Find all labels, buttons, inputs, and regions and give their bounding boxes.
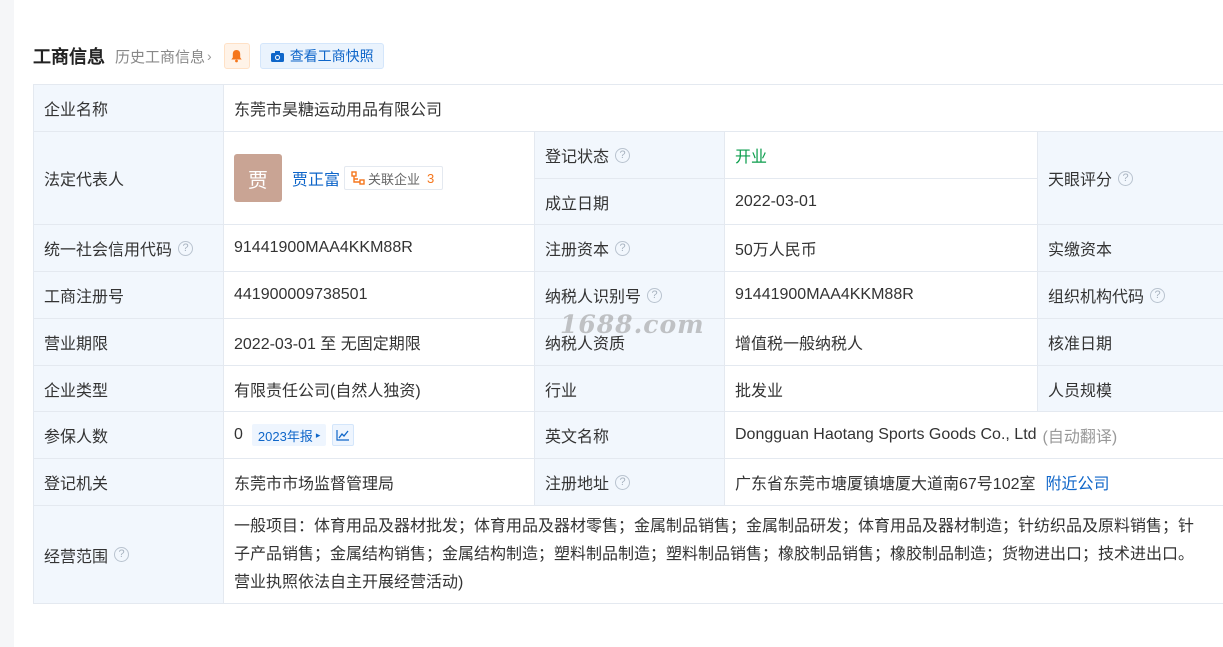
history-business-info-link[interactable]: 历史工商信息 › <box>115 46 212 67</box>
annual-report-label: 2023年报 <box>257 428 313 444</box>
company-name-value: 东莞市昊糖运动用品有限公司 <box>224 85 1223 132</box>
reg-address-value: 广东省东莞市塘厦镇塘厦大道南67号102室 <box>735 476 1036 493</box>
reg-status-label-text: 登记状态 <box>545 149 610 166</box>
section-title: 工商信息 <box>33 47 105 67</box>
chevron-right-icon: › <box>207 48 212 64</box>
org-code-label-text: 组织机构代码 <box>1048 289 1145 306</box>
tianyan-score-label-text: 天眼评分 <box>1048 172 1113 189</box>
scope-line: 营业执照依法自主开展经营活动) <box>234 573 464 591</box>
trend-chart-icon[interactable] <box>332 424 355 446</box>
business-info-panel: 工商信息 历史工商信息 › 查看工商快照 企业名称 东莞市昊糖运动用品有限公司 … <box>14 0 1223 647</box>
term-value: 2022-03-01 至 无固定期限 <box>224 319 535 366</box>
reg-authority-value: 东莞市市场监督管理局 <box>224 459 535 506</box>
help-icon[interactable]: ? <box>615 240 631 256</box>
legal-rep-cell: 贾 贾正富 关联企业 3 <box>224 132 535 225</box>
reg-capital-label: 注册资本? <box>535 225 725 272</box>
scope-line: 子产品销售；金属结构销售；金属结构制造；塑料制品制造；塑料制品销售；橡胶制品销售… <box>234 545 1195 563</box>
credit-code-label: 统一社会信用代码? <box>34 225 224 272</box>
founded-label: 成立日期 <box>535 179 725 225</box>
help-icon[interactable]: ? <box>647 287 663 303</box>
credit-code-value: 91441900MAA4KKM88R <box>224 225 535 272</box>
nearby-companies-link[interactable]: 附近公司 <box>1046 470 1110 494</box>
english-name-label: 英文名称 <box>535 412 725 459</box>
bell-icon[interactable] <box>223 43 250 69</box>
camera-icon <box>270 50 284 62</box>
industry-label: 行业 <box>535 366 725 412</box>
scope-label: 经营范围? <box>34 506 224 604</box>
help-icon[interactable]: ? <box>178 240 194 256</box>
company-name-label: 企业名称 <box>34 85 224 132</box>
help-icon[interactable]: ? <box>1150 287 1166 303</box>
reg-address-cell: 广东省东莞市塘厦镇塘厦大道南67号102室 附近公司 <box>725 459 1223 506</box>
company-type-label: 企业类型 <box>34 366 224 412</box>
founded-value: 2022-03-01 <box>725 179 1038 225</box>
caret-right-icon: ▸ <box>315 429 321 440</box>
reg-capital-value: 50万人民币 <box>725 225 1038 272</box>
approval-date-label: 核准日期 <box>1038 319 1223 366</box>
staff-size-label: 人员规模 <box>1038 366 1223 412</box>
avatar[interactable]: 贾 <box>234 154 282 202</box>
company-type-value: 有限责任公司(自然人独资) <box>224 366 535 412</box>
credit-code-label-text: 统一社会信用代码 <box>44 242 173 259</box>
paid-capital-label: 实缴资本 <box>1038 225 1223 272</box>
reg-status-value: 开业 <box>725 132 1038 179</box>
reg-number-label: 工商注册号 <box>34 272 224 319</box>
relation-icon <box>351 171 365 185</box>
snapshot-label: 查看工商快照 <box>289 48 374 64</box>
history-link-label: 历史工商信息 <box>115 48 206 66</box>
related-count: 3 <box>427 170 435 186</box>
scope-value: 一般项目：体育用品及器材批发；体育用品及器材零售；金属制品销售；金属制品研发；体… <box>224 506 1223 604</box>
insured-value: 0 <box>234 426 243 443</box>
reg-address-label-text: 注册地址 <box>545 476 610 493</box>
insured-cell: 0 2023年报 ▸ <box>224 412 535 459</box>
help-icon[interactable]: ? <box>1118 170 1134 186</box>
related-companies-button[interactable]: 关联企业 3 <box>344 166 444 190</box>
legal-rep-name-link[interactable]: 贾正富 <box>292 166 340 190</box>
reg-status-label: 登记状态? <box>535 132 725 179</box>
english-name-cell: Dongguan Haotang Sports Goods Co., Ltd (… <box>725 412 1223 459</box>
section-header: 工商信息 历史工商信息 › 查看工商快照 <box>33 41 384 71</box>
taxpayer-id-value: 91441900MAA4KKM88R <box>725 272 1038 319</box>
view-snapshot-button[interactable]: 查看工商快照 <box>259 43 384 69</box>
insured-label: 参保人数 <box>34 412 224 459</box>
annual-report-link[interactable]: 2023年报 ▸ <box>251 424 327 446</box>
reg-authority-label: 登记机关 <box>34 459 224 506</box>
auto-translate-note: (自动翻译) <box>1042 429 1118 446</box>
industry-value: 批发业 <box>725 366 1038 412</box>
reg-address-label: 注册地址? <box>535 459 725 506</box>
reg-capital-label-text: 注册资本 <box>545 242 610 259</box>
taxpayer-id-label-text: 纳税人识别号 <box>545 289 642 306</box>
watermark: 1688.com <box>560 310 705 339</box>
help-icon[interactable]: ? <box>615 147 631 163</box>
tianyan-score-label: 天眼评分? <box>1038 132 1223 225</box>
help-icon[interactable]: ? <box>615 474 631 490</box>
scope-label-text: 经营范围 <box>44 548 109 566</box>
help-icon[interactable]: ? <box>114 547 130 562</box>
term-label: 营业期限 <box>34 319 224 366</box>
english-name-value: Dongguan Haotang Sports Goods Co., Ltd <box>735 426 1037 443</box>
taxpayer-qual-value: 增值税一般纳税人 <box>725 319 1038 366</box>
reg-number-value: 441900009738501 <box>224 272 535 319</box>
business-info-table: 企业名称 东莞市昊糖运动用品有限公司 法定代表人 贾 贾正富 关联企业 3 登记… <box>33 84 1223 604</box>
org-code-label: 组织机构代码? <box>1038 272 1223 319</box>
legal-rep-label: 法定代表人 <box>34 132 224 225</box>
scope-line: 一般项目：体育用品及器材批发；体育用品及器材零售；金属制品销售；金属制品研发；体… <box>234 517 1195 535</box>
related-label: 关联企业 <box>368 171 421 187</box>
